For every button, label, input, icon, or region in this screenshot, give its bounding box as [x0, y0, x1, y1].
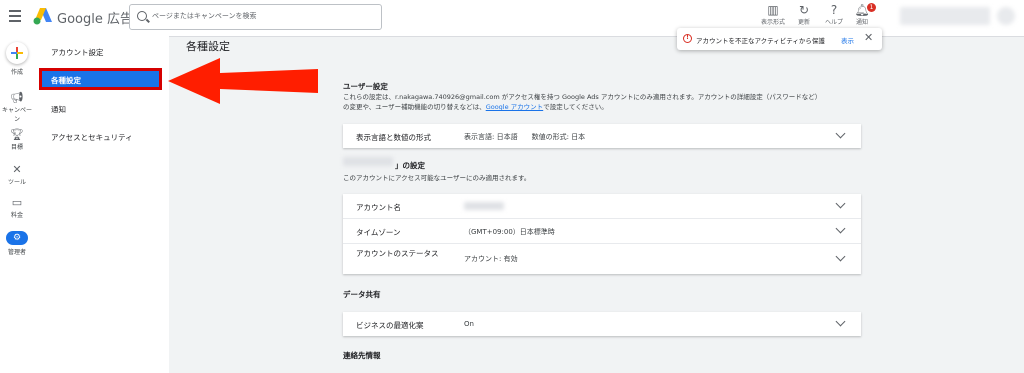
product-name: Google 広告 [57, 12, 133, 27]
menu-icon[interactable] [9, 10, 21, 22]
nav-item-notifications[interactable]: 通知 [51, 104, 66, 115]
search-input[interactable]: ページまたはキャンペーンを検索 [129, 4, 382, 30]
business-optimization-row[interactable]: ビジネスの最適化案 On [343, 312, 861, 336]
nav-item-preferences[interactable]: 各種設定 [39, 68, 162, 90]
user-settings-description: これらの設定は、r.nakagawa.740926@gmail.com がアクセ… [343, 93, 822, 111]
account-name-value-redacted [464, 202, 504, 210]
trophy-icon: 🏆︎ [10, 128, 24, 141]
google-account-link[interactable]: Google アカウント [486, 103, 544, 111]
notification-badge: 1 [867, 3, 876, 12]
google-ads-logo-icon [33, 8, 52, 25]
rail-item-billing[interactable]: ▭ 料金 [0, 196, 34, 219]
account-info[interactable] [900, 7, 990, 25]
account-name-row[interactable]: アカウント名 [343, 194, 861, 219]
chevron-down-icon [835, 316, 846, 327]
rail-item-admin[interactable]: ⚙ 管理者 [0, 231, 34, 256]
billing-icon: ▭ [11, 196, 23, 209]
search-placeholder: ページまたはキャンペーンを検索 [152, 12, 257, 20]
data-sharing-title: データ共有 [343, 290, 381, 299]
timezone-row[interactable]: タイムゾーン （GMT+09:00）日本標準時 [343, 219, 861, 244]
chevron-down-icon [835, 198, 846, 209]
rail-item-campaigns[interactable]: 📢︎ キャンペーン [0, 91, 34, 123]
plus-icon [6, 42, 28, 64]
account-name-redacted [343, 157, 393, 166]
account-settings-title: 」の設定 [395, 161, 425, 170]
campaign-icon: 📢︎ [10, 91, 24, 104]
language-format-card: 表示言語と数値の形式 表示言語: 日本語 数値の形式: 日本 [343, 124, 861, 148]
security-toast: ! アカウントを不正なアクティビティから保護 表示 ✕ [677, 28, 882, 50]
nav-item-account-settings[interactable]: アカウント設定 [51, 47, 104, 58]
account-status-row[interactable]: アカウントのステータス アカウント: 有効 [343, 244, 861, 274]
display-format-icon: ▥ [767, 3, 779, 17]
annotation-arrow-icon [168, 58, 318, 104]
display-format-button[interactable]: ▥ 表示形式 [756, 3, 790, 26]
admin-gear-icon: ⚙ [6, 231, 28, 245]
left-rail: 作成 📢︎ キャンペーン 🏆︎ 目標 ✕ ツール ▭ 料金 ⚙ 管理者 [0, 36, 34, 373]
user-settings-title: ユーザー設定 [343, 82, 388, 91]
rail-item-tools[interactable]: ✕ ツール [0, 163, 34, 186]
chevron-down-icon [835, 128, 846, 139]
nav-item-access-security[interactable]: アクセスとセキュリティ [51, 132, 133, 143]
data-sharing-card: ビジネスの最適化案 On [343, 312, 861, 336]
chevron-down-icon [835, 251, 846, 262]
warning-icon: ! [683, 34, 692, 43]
search-icon [137, 11, 147, 21]
refresh-icon: ↻ [798, 3, 810, 17]
toast-message: アカウントを不正なアクティビティから保護 [696, 37, 825, 45]
refresh-button[interactable]: ↻ 更新 [787, 3, 821, 26]
chevron-down-icon [835, 223, 846, 234]
toast-view-link[interactable]: 表示 [841, 35, 854, 45]
avatar[interactable] [997, 7, 1015, 25]
rail-item-goals[interactable]: 🏆︎ 目標 [0, 128, 34, 151]
settings-nav: アカウント設定 各種設定 通知 アクセスとセキュリティ [34, 36, 169, 373]
page-title: 各種設定 [186, 40, 230, 53]
contact-info-title: 連絡先情報 [343, 351, 381, 360]
notifications-button[interactable]: 🔔︎ 1 通知 [845, 3, 879, 26]
account-settings-card: アカウント名 タイムゾーン （GMT+09:00）日本標準時 アカウントのステー… [343, 194, 861, 274]
tools-icon: ✕ [12, 163, 22, 176]
language-format-row[interactable]: 表示言語と数値の形式 表示言語: 日本語 数値の形式: 日本 [343, 124, 861, 148]
close-icon[interactable]: ✕ [864, 32, 873, 44]
account-settings-description: このアカウントにアクセス可能なユーザーにのみ適用されます。 [343, 174, 531, 182]
rail-item-create[interactable]: 作成 [0, 42, 34, 76]
